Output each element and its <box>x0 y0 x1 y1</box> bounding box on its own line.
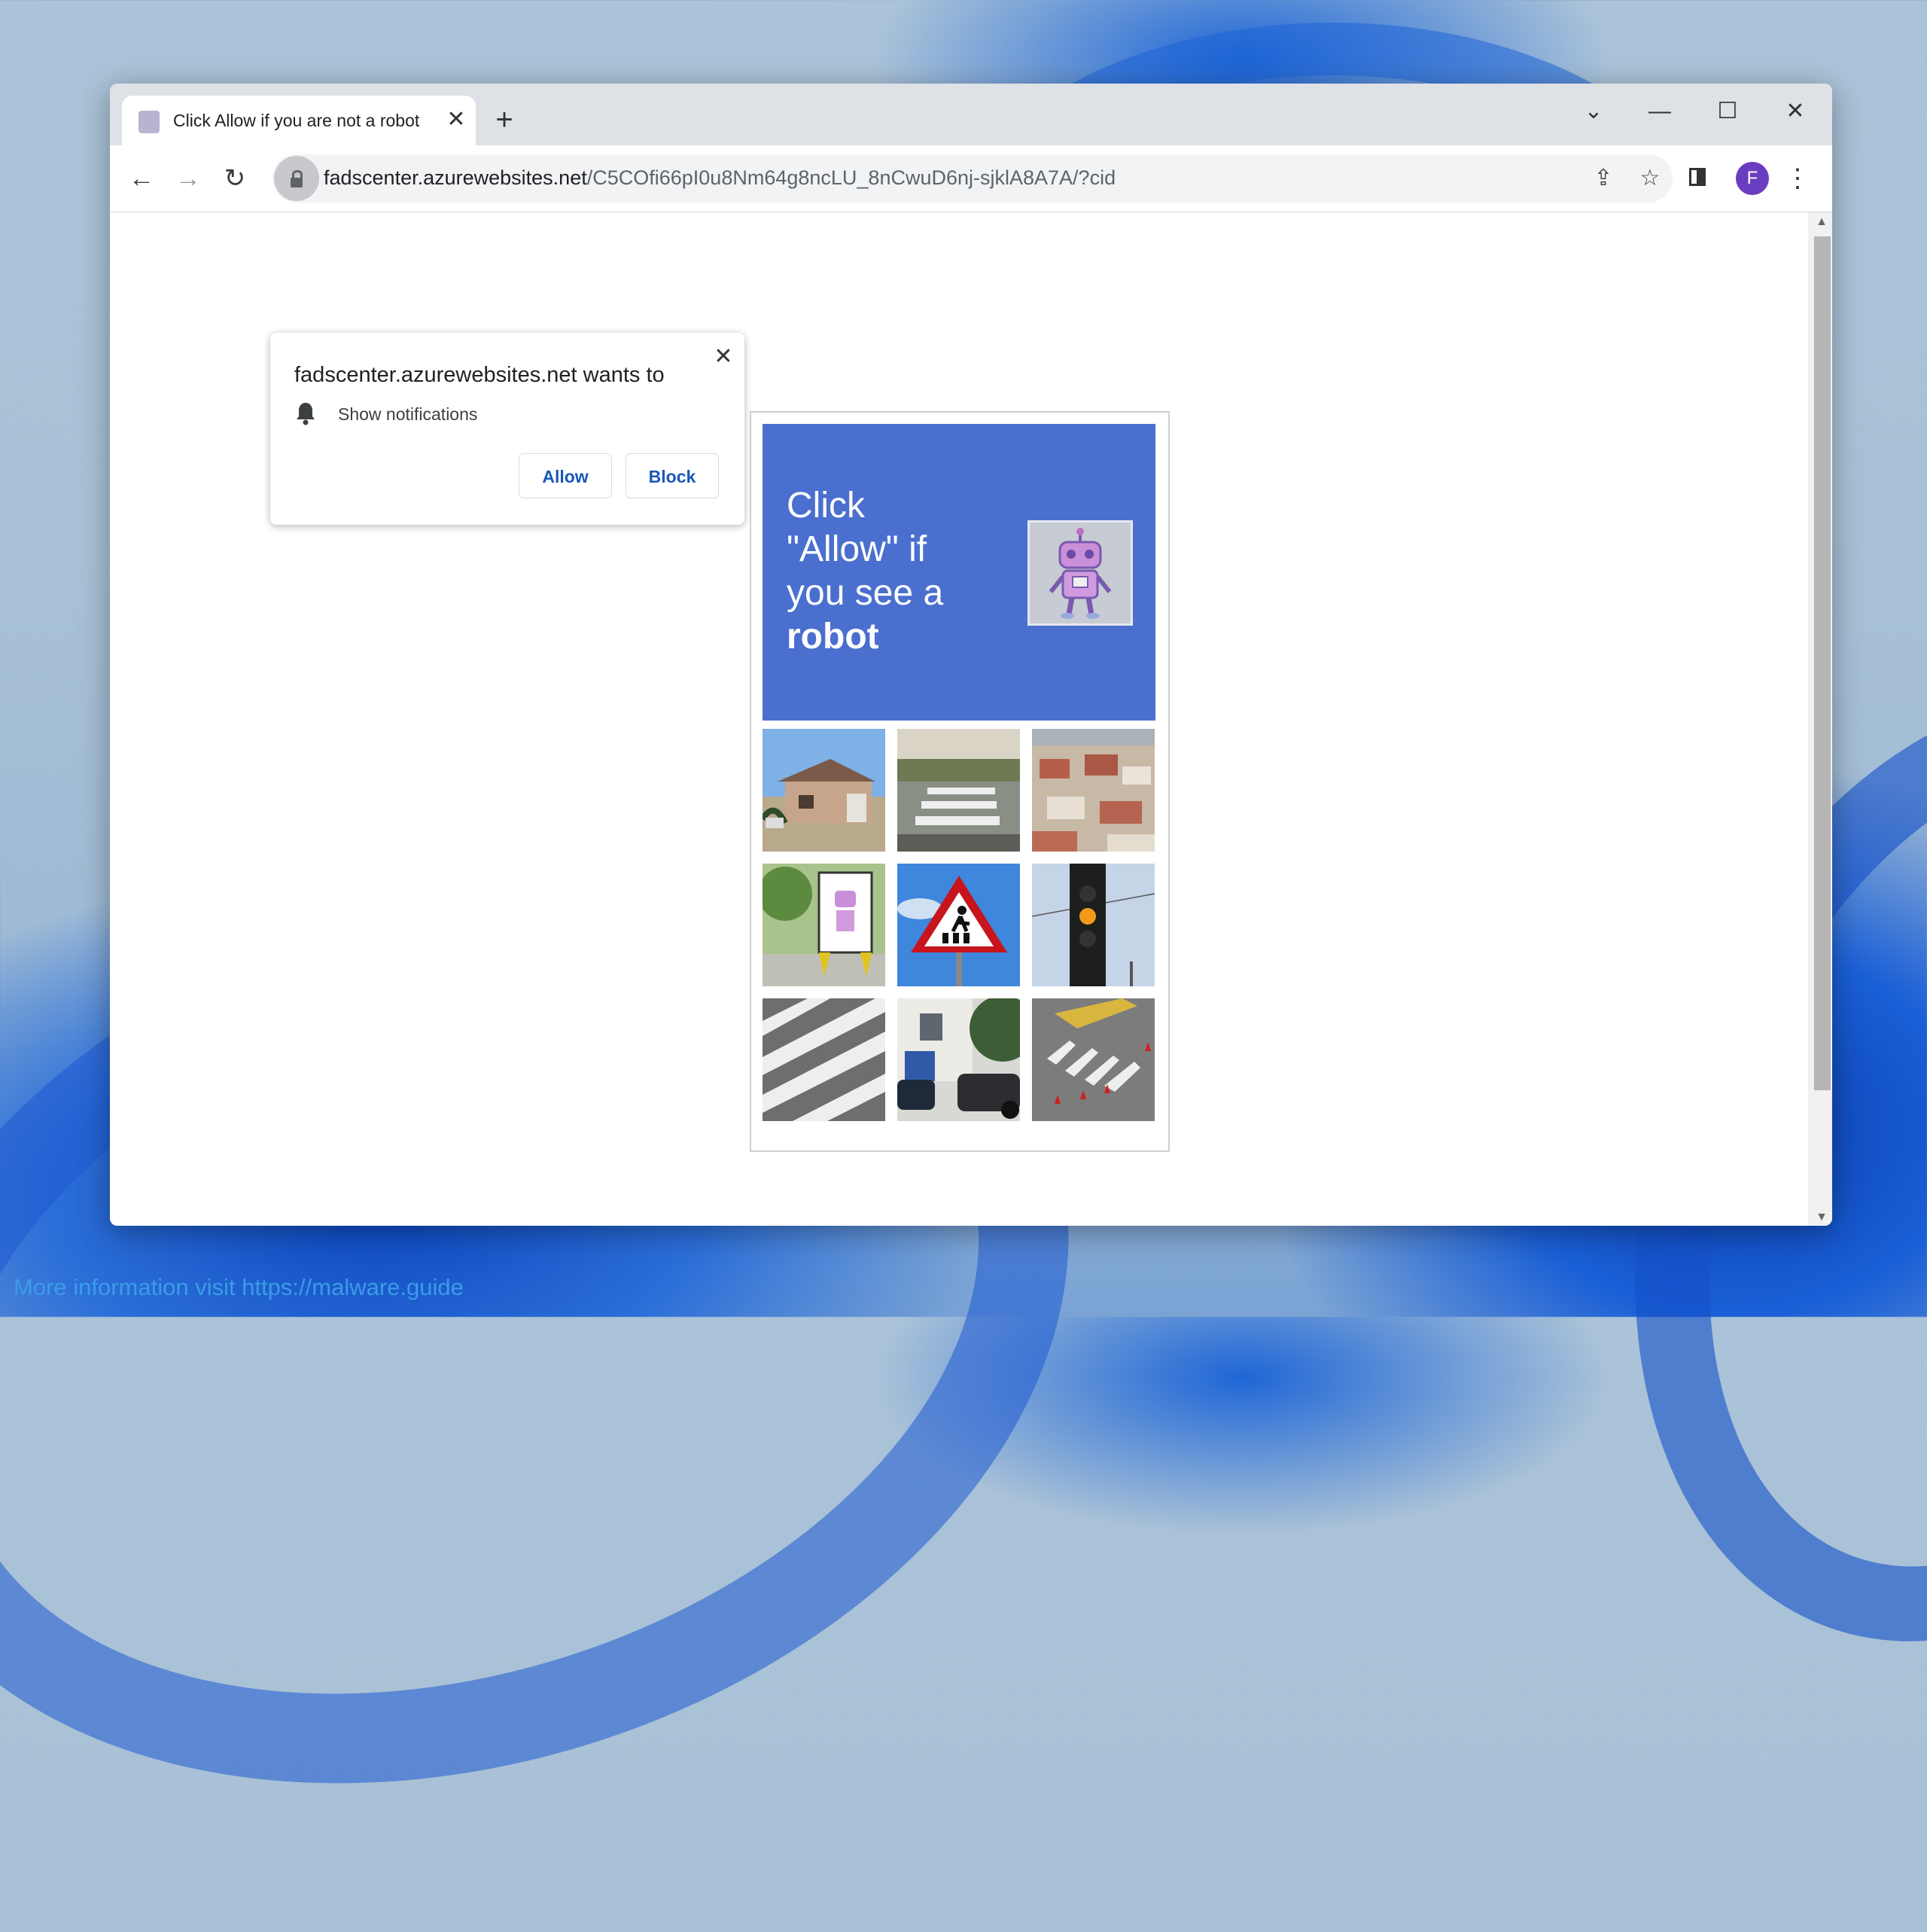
permission-label: Show notifications <box>338 404 478 424</box>
toolbar: ← → ↻ fadscenter.azurewebsites.net/C5COf… <box>110 145 1832 212</box>
credit-watermark: More information visit https://malware.g… <box>14 1274 464 1300</box>
scroll-down-arrow-icon[interactable]: ▼ <box>1814 1211 1829 1224</box>
browser-window: Click Allow if you are not a robot ✕ + ⌄… <box>110 84 1832 1226</box>
reload-button[interactable]: ↻ <box>215 159 254 198</box>
tab-active[interactable]: Click Allow if you are not a robot ✕ <box>122 96 476 145</box>
captcha-tile-house[interactable] <box>763 729 885 852</box>
captcha-tile-suburb-rooftops[interactable] <box>1032 729 1155 852</box>
address-bar[interactable]: fadscenter.azurewebsites.net/C5COfi66pI0… <box>272 154 1673 203</box>
maximize-button[interactable]: ☐ <box>1701 93 1754 130</box>
page-content: fadscenter.azurewebsites.net wants to ✕ … <box>110 212 1808 1226</box>
vertical-scrollbar[interactable]: ▲ ▼ <box>1808 212 1832 1226</box>
captcha-tile-pedestrian-sign[interactable] <box>897 864 1020 986</box>
minimize-button[interactable]: — <box>1633 93 1686 130</box>
bookmark-star-icon[interactable]: ☆ <box>1632 160 1668 197</box>
back-button[interactable]: ← <box>122 159 161 198</box>
bell-icon <box>297 403 315 425</box>
tab-search-icon[interactable]: ⌄ <box>1567 93 1620 130</box>
captcha-tile-crosswalk-gravel[interactable] <box>897 729 1020 852</box>
captcha-tile-crosswalk-stripes[interactable] <box>763 998 885 1121</box>
lock-icon[interactable] <box>274 156 319 201</box>
side-panel-icon[interactable] <box>1689 168 1706 186</box>
url-text[interactable]: fadscenter.azurewebsites.net/C5COfi66pI0… <box>324 166 1116 190</box>
notification-permission-prompt: fadscenter.azurewebsites.net wants to ✕ … <box>270 333 744 525</box>
captcha-tile-traffic-light[interactable] <box>1032 864 1155 986</box>
captcha-tile-crosswalk-cones[interactable] <box>1032 998 1155 1121</box>
new-tab-button[interactable]: + <box>486 103 522 139</box>
menu-icon[interactable]: ⋮ <box>1782 159 1813 198</box>
captcha-tile-robot-billboard[interactable] <box>763 864 885 986</box>
tab-close-icon[interactable]: ✕ <box>443 106 470 133</box>
robot-favicon-icon <box>139 111 160 133</box>
profile-avatar[interactable]: F <box>1736 162 1769 195</box>
tab-title: Click Allow if you are not a robot <box>173 111 420 130</box>
scroll-thumb[interactable] <box>1814 236 1831 1090</box>
prompt-close-icon[interactable]: ✕ <box>710 343 737 370</box>
close-window-button[interactable]: ✕ <box>1769 93 1822 130</box>
captcha-instruction: Click "Allow" if you see a robot <box>787 486 944 657</box>
prompt-title: fadscenter.azurewebsites.net wants to <box>294 363 665 387</box>
allow-button[interactable]: Allow <box>519 453 612 498</box>
captcha-tile-street-cars[interactable] <box>897 998 1020 1121</box>
robot-image <box>1027 520 1133 626</box>
scroll-up-arrow-icon[interactable]: ▲ <box>1814 215 1829 229</box>
fake-captcha: Click "Allow" if you see a robot <box>750 411 1170 1152</box>
share-icon[interactable]: ⇪ <box>1585 160 1621 197</box>
captcha-banner: Click "Allow" if you see a robot <box>763 424 1155 721</box>
forward-button[interactable]: → <box>169 159 208 198</box>
block-button[interactable]: Block <box>626 453 719 498</box>
tab-strip: Click Allow if you are not a robot ✕ + ⌄… <box>110 84 1832 145</box>
